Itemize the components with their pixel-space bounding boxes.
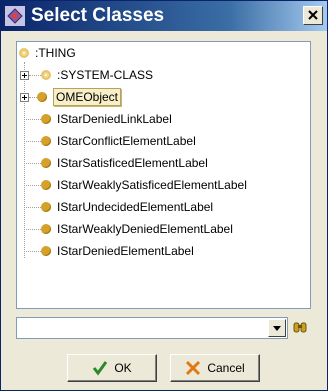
- class-icon: [37, 92, 47, 102]
- tree-node[interactable]: IStarConflictElementLabel: [41, 131, 196, 151]
- tree-connector: [29, 75, 41, 76]
- tree-connector: [24, 207, 41, 208]
- tree-node-label: :SYSTEM-CLASS: [57, 68, 154, 82]
- tree-node-label: IStarWeaklySatisficedElementLabel: [57, 178, 247, 192]
- binoculars-search-icon[interactable]: [293, 320, 307, 334]
- expand-icon[interactable]: [20, 93, 29, 102]
- tree-node-system-class[interactable]: :SYSTEM-CLASS: [41, 65, 153, 85]
- class-icon: [41, 70, 51, 80]
- dropdown-arrow-icon[interactable]: [268, 319, 286, 337]
- tree-node-label: IStarSatisficedElementLabel: [57, 156, 208, 170]
- class-icon: [19, 48, 29, 58]
- tree-node[interactable]: IStarDeniedLinkLabel: [41, 109, 172, 129]
- tree-connector: [24, 251, 41, 252]
- expand-icon[interactable]: [20, 71, 29, 80]
- class-icon: [41, 136, 51, 146]
- tree-connector: [24, 119, 41, 120]
- tree-node-label: IStarDeniedLinkLabel: [57, 112, 172, 126]
- class-icon: [41, 114, 51, 124]
- close-icon: [308, 10, 318, 20]
- cancel-x-icon: [186, 360, 201, 376]
- class-icon: [41, 158, 51, 168]
- ok-button[interactable]: OK: [67, 354, 157, 382]
- close-button[interactable]: [303, 6, 323, 25]
- tree-node-label: IStarConflictElementLabel: [57, 134, 196, 148]
- tree-node[interactable]: IStarDeniedElementLabel: [41, 241, 194, 261]
- tree-connector: [24, 229, 41, 230]
- tree-node-omeobject[interactable]: OMEObject: [37, 87, 122, 107]
- class-icon: [41, 246, 51, 256]
- class-icon: [41, 202, 51, 212]
- cancel-button-label: Cancel: [207, 361, 245, 375]
- tree-node-label: IStarUndecidedElementLabel: [57, 200, 214, 214]
- tree-connector: [24, 141, 41, 142]
- class-tree[interactable]: :THING :SYSTEM-CLASS OMEObject IStarDeni…: [16, 41, 311, 309]
- search-combobox[interactable]: [16, 317, 288, 339]
- tree-node-root[interactable]: :THING: [19, 43, 76, 63]
- class-icon: [41, 224, 51, 234]
- tree-node[interactable]: IStarSatisficedElementLabel: [41, 153, 208, 173]
- tree-node-label: IStarWeaklyDeniedElementLabel: [57, 222, 233, 236]
- tree-node[interactable]: IStarUndecidedElementLabel: [41, 197, 213, 217]
- tree-node-label: OMEObject: [53, 88, 122, 106]
- protege-app-icon: [5, 6, 25, 26]
- title-bar: Select Classes: [1, 1, 327, 31]
- class-icon: [41, 180, 51, 190]
- tree-connector: [24, 185, 41, 186]
- tree-connector: [24, 163, 41, 164]
- window-title: Select Classes: [31, 5, 165, 26]
- tree-node[interactable]: IStarWeaklySatisficedElementLabel: [41, 175, 247, 195]
- tree-node-label: IStarDeniedElementLabel: [57, 244, 194, 258]
- select-classes-dialog: Select Classes :THING :SYSTEM-CLASS OMEO…: [0, 0, 328, 391]
- cancel-button[interactable]: Cancel: [170, 354, 260, 382]
- tree-node-label: :THING: [35, 46, 76, 60]
- tree-node[interactable]: IStarWeaklyDeniedElementLabel: [41, 219, 233, 239]
- ok-button-label: OK: [114, 361, 132, 375]
- checkmark-icon: [93, 361, 108, 376]
